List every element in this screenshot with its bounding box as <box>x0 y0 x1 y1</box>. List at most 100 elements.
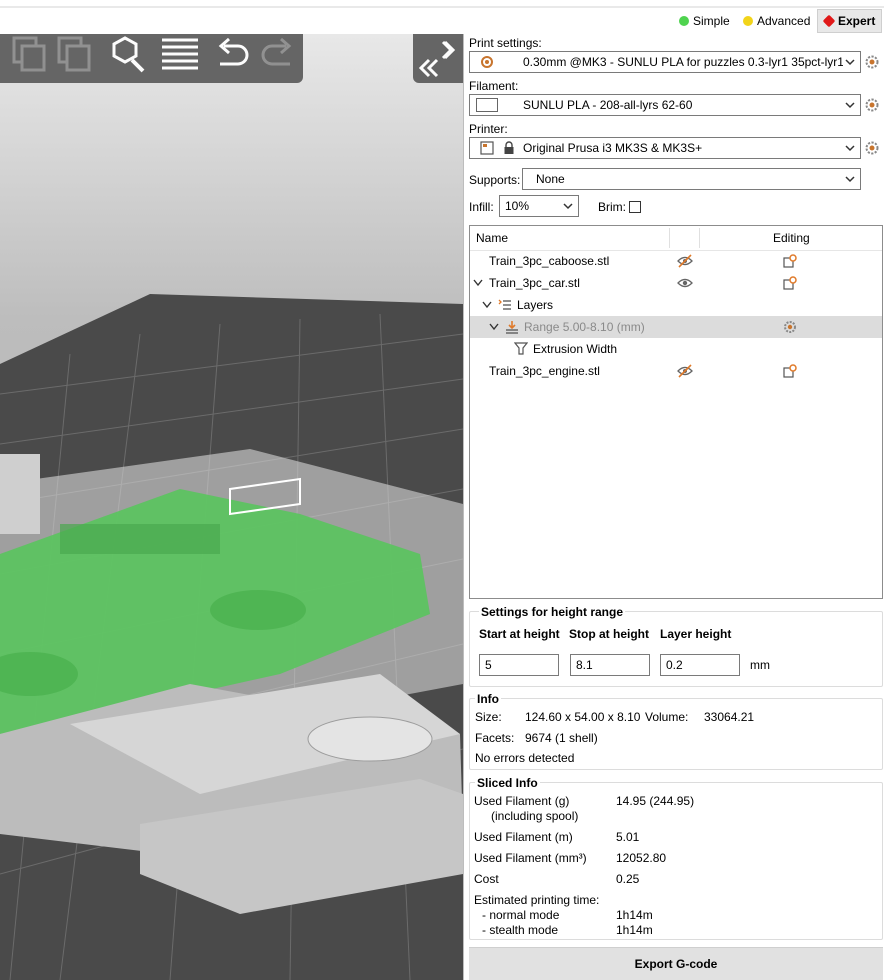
copy-icon[interactable] <box>8 34 48 74</box>
size-value: 124.60 x 54.00 x 8.10 <box>525 710 640 724</box>
used-filament-m-value: 5.01 <box>616 830 639 844</box>
brim-checkbox[interactable] <box>629 201 641 213</box>
stealth-mode-value: 1h14m <box>616 923 653 937</box>
search-icon[interactable] <box>105 34 145 74</box>
mode-advanced-label: Advanced <box>757 14 810 28</box>
facets-value: 9674 (1 shell) <box>525 731 598 745</box>
gray-cylinder <box>308 717 432 761</box>
facets-label: Facets: <box>475 731 514 745</box>
used-filament-mm3-label: Used Filament (mm³) <box>474 851 587 865</box>
undo-icon[interactable] <box>212 34 252 74</box>
filament-combo[interactable]: SUNLU PLA - 208-all-lyrs 62-60 <box>469 94 861 116</box>
errors-status: No errors detected <box>475 751 574 765</box>
object-row-layers[interactable]: Layers <box>470 294 882 316</box>
extrusion-icon <box>514 342 528 356</box>
print-settings-label: Print settings: <box>469 36 542 50</box>
viewport-toolbar <box>0 34 303 83</box>
object-row-car[interactable]: Train_3pc_car.stl <box>470 272 882 294</box>
object-row-extrusion-width[interactable]: Extrusion Width <box>470 338 882 360</box>
cost-value: 0.25 <box>616 872 639 886</box>
chevron-down-icon <box>844 99 856 111</box>
stop-height-input[interactable]: 8.1 <box>570 654 650 676</box>
normal-mode-label: - normal mode <box>482 908 559 922</box>
used-filament-mm3-value: 12052.80 <box>616 851 666 865</box>
height-range-title: Settings for height range <box>479 605 625 619</box>
stop-height-value: 8.1 <box>576 658 593 672</box>
print-settings-gear-icon[interactable] <box>864 54 880 70</box>
object-name: Train_3pc_car.stl <box>489 276 580 290</box>
supports-label: Supports: <box>469 173 520 187</box>
sliced-info-title: Sliced Info <box>475 776 540 790</box>
eye-icon[interactable] <box>677 276 693 290</box>
start-height-input[interactable]: 5 <box>479 654 559 676</box>
chevron-down-icon[interactable] <box>482 301 492 309</box>
print-time-label: Estimated printing time: <box>474 893 599 907</box>
object-name: Train_3pc_engine.stl <box>489 364 600 378</box>
filament-gear-icon[interactable] <box>864 97 880 113</box>
object-list: Name Editing Train_3pc_caboose.stl Train… <box>469 225 883 599</box>
col-editing-header[interactable]: Editing <box>773 231 810 245</box>
redo-icon[interactable] <box>258 34 298 74</box>
size-label: Size: <box>475 710 502 724</box>
chevron-down-icon <box>844 56 856 68</box>
chevron-down-icon <box>562 200 574 212</box>
printer-icon <box>480 141 494 155</box>
layers-label: Layers <box>517 298 553 312</box>
used-filament-m-label: Used Filament (m) <box>474 830 573 844</box>
supports-value: None <box>536 172 565 186</box>
green-cutout <box>60 524 220 554</box>
edit-icon[interactable] <box>783 276 797 290</box>
infill-value: 10% <box>505 199 529 213</box>
simple-dot-icon <box>679 16 689 26</box>
chevron-down-icon[interactable] <box>473 279 483 287</box>
gear-icon[interactable] <box>783 320 797 334</box>
infill-combo[interactable]: 10% <box>499 195 579 217</box>
edit-icon[interactable] <box>783 254 797 268</box>
printer-combo[interactable]: Original Prusa i3 MK3S & MK3S+ <box>469 137 861 159</box>
eye-hidden-icon[interactable] <box>677 364 693 378</box>
printer-label: Printer: <box>469 122 508 136</box>
layer-height-input[interactable]: 0.2 <box>660 654 740 676</box>
object-row-range[interactable]: Range 5.00-8.10 (mm) <box>470 316 882 338</box>
mode-bar: Simple Advanced Expert <box>0 8 884 32</box>
eye-hidden-icon[interactable] <box>677 254 693 268</box>
3d-viewport[interactable] <box>0 34 463 980</box>
collapse-sidebar-icon <box>413 34 463 83</box>
collapse-sidebar-button[interactable] <box>413 34 463 83</box>
object-row-engine[interactable]: Train_3pc_engine.stl <box>470 360 882 382</box>
supports-combo[interactable]: None <box>522 168 861 190</box>
chevron-down-icon <box>844 142 856 154</box>
layers-icon[interactable] <box>160 34 200 74</box>
scene-svg <box>0 34 463 980</box>
layer-height-value: 0.2 <box>666 658 683 672</box>
print-settings-combo[interactable]: 0.30mm @MK3 - SUNLU PLA for puzzles 0.3-… <box>469 51 861 73</box>
range-label: Range 5.00-8.10 (mm) <box>524 320 645 334</box>
edit-icon[interactable] <box>783 364 797 378</box>
filament-color-swatch <box>476 98 498 112</box>
mode-expert-button[interactable]: Expert <box>817 9 882 33</box>
used-filament-g-value: 14.95 (244.95) <box>616 794 694 808</box>
chevron-down-icon <box>844 173 856 185</box>
printer-gear-icon[interactable] <box>864 140 880 156</box>
height-unit: mm <box>750 658 770 672</box>
col-separator <box>699 228 700 248</box>
gray-block-left <box>0 454 40 534</box>
volume-value: 33064.21 <box>704 710 754 724</box>
infill-label: Infill: <box>469 200 494 214</box>
layers-list-icon <box>498 298 512 312</box>
including-spool-label: (including spool) <box>491 809 578 823</box>
chevron-down-icon[interactable] <box>489 323 499 331</box>
object-name: Train_3pc_caboose.stl <box>489 254 609 268</box>
object-row-caboose[interactable]: Train_3pc_caboose.stl <box>470 250 882 272</box>
mode-advanced-button[interactable]: Advanced <box>736 9 817 33</box>
export-gcode-button[interactable]: Export G-code <box>469 947 883 980</box>
col-separator <box>669 228 670 248</box>
printer-value: Original Prusa i3 MK3S & MK3S+ <box>523 141 843 155</box>
start-height-label: Start at height <box>479 627 560 641</box>
mode-simple-button[interactable]: Simple <box>672 9 737 33</box>
col-name-header[interactable]: Name <box>476 231 508 245</box>
start-height-value: 5 <box>485 658 492 672</box>
layer-height-label: Layer height <box>660 627 731 641</box>
extrusion-width-label: Extrusion Width <box>533 342 617 356</box>
paste-icon[interactable] <box>53 34 93 74</box>
